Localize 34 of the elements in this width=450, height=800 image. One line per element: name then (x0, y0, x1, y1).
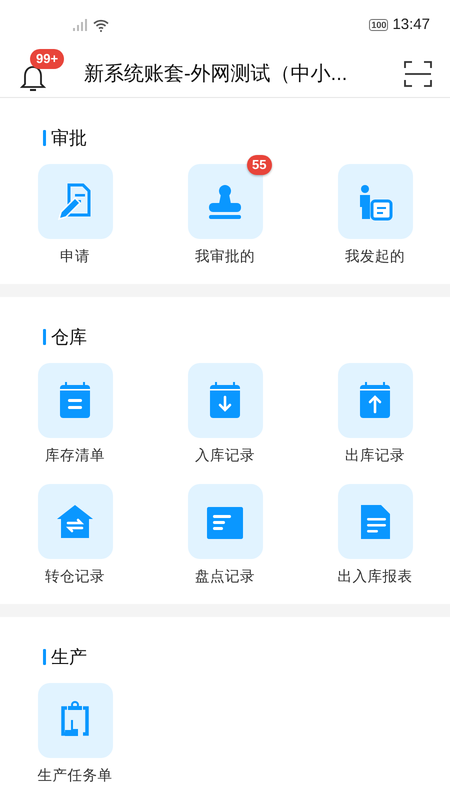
menu-tile[interactable] (38, 164, 112, 239)
menu-tile[interactable] (38, 363, 112, 438)
menu-label[interactable]: 生产任务单 (38, 766, 112, 786)
menu-tile[interactable] (188, 484, 262, 559)
scan-icon[interactable] (404, 60, 432, 86)
section-title: 仓库 (51, 326, 87, 349)
menu-label[interactable]: 入库记录 (195, 446, 255, 466)
menu-tile[interactable] (338, 484, 412, 559)
notification-count: 99+ (30, 48, 64, 68)
clock-time: 13:47 (392, 14, 430, 35)
menu-label[interactable]: 我发起的 (345, 247, 405, 267)
accent-bar (43, 329, 46, 345)
count-badge: 55 (247, 155, 272, 175)
menu-tile[interactable] (338, 363, 412, 438)
menu-tile[interactable] (38, 683, 112, 758)
accent-bar (43, 649, 46, 665)
page-title: 新系统账套-外网测试（中小... (84, 62, 348, 86)
menu-label[interactable]: 转仓记录 (45, 567, 105, 587)
signal-icon (73, 19, 89, 31)
section-title: 生产 (51, 646, 87, 669)
menu-tile[interactable] (188, 363, 262, 438)
accent-bar (43, 130, 46, 146)
section-title: 审批 (51, 127, 87, 150)
menu-label[interactable]: 申请 (60, 247, 90, 267)
menu-label[interactable]: 盘点记录 (195, 567, 255, 587)
menu-label[interactable]: 出库记录 (345, 446, 405, 466)
menu-label[interactable]: 库存清单 (45, 446, 105, 466)
battery-level: 100 (369, 19, 388, 31)
menu-tile[interactable] (38, 484, 112, 559)
menu-label[interactable]: 出入库报表 (338, 567, 412, 587)
menu-tile[interactable] (338, 164, 412, 239)
wifi-icon (93, 18, 109, 32)
menu-label[interactable]: 我审批的 (195, 247, 255, 267)
bell-icon[interactable] (20, 64, 46, 94)
